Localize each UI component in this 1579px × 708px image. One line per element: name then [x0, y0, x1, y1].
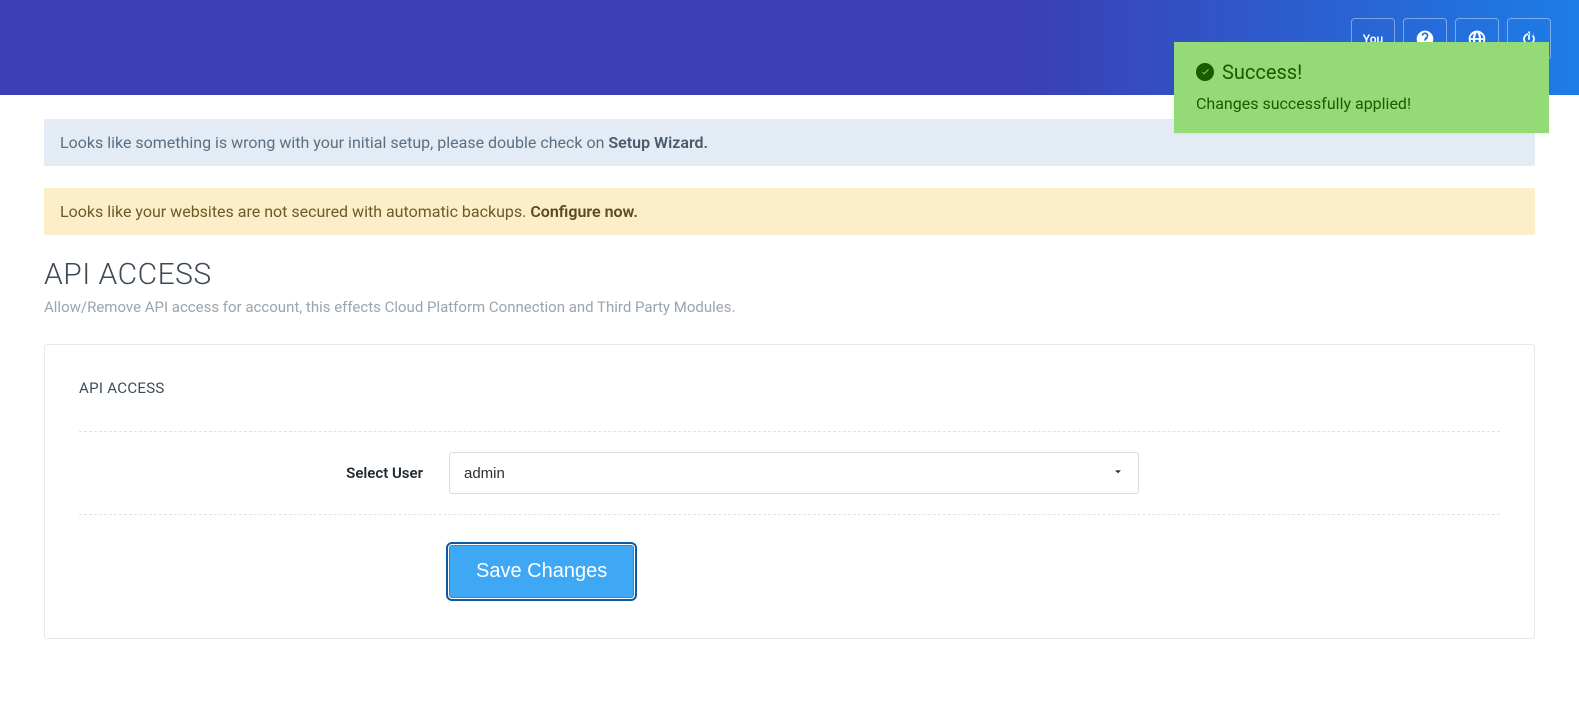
- page-title: API ACCESS: [44, 257, 1535, 292]
- configure-now-link[interactable]: Configure now.: [530, 202, 638, 221]
- success-toast: Success! Changes successfully applied!: [1174, 42, 1549, 133]
- select-user-row: Select User admin: [79, 431, 1500, 515]
- select-user-dropdown[interactable]: admin: [449, 452, 1139, 494]
- panel-title: API ACCESS: [79, 379, 1500, 431]
- setup-wizard-link[interactable]: Setup Wizard.: [608, 133, 708, 152]
- select-user-label: Select User: [79, 464, 449, 482]
- backup-alert-text: Looks like your websites are not secured…: [60, 202, 530, 221]
- api-access-panel: API ACCESS Select User admin Save Change…: [44, 344, 1535, 639]
- save-changes-button[interactable]: Save Changes: [449, 545, 634, 598]
- app-header: You Success! Changes successfully applie…: [0, 0, 1579, 95]
- page-subtitle: Allow/Remove API access for account, thi…: [44, 298, 1535, 316]
- toast-message: Changes successfully applied!: [1196, 94, 1527, 113]
- backup-alert: Looks like your websites are not secured…: [44, 188, 1535, 235]
- toast-title: Success!: [1222, 60, 1302, 84]
- page-content: Looks like something is wrong with your …: [0, 95, 1579, 679]
- check-circle-icon: [1196, 63, 1214, 81]
- setup-alert-text: Looks like something is wrong with your …: [60, 133, 608, 152]
